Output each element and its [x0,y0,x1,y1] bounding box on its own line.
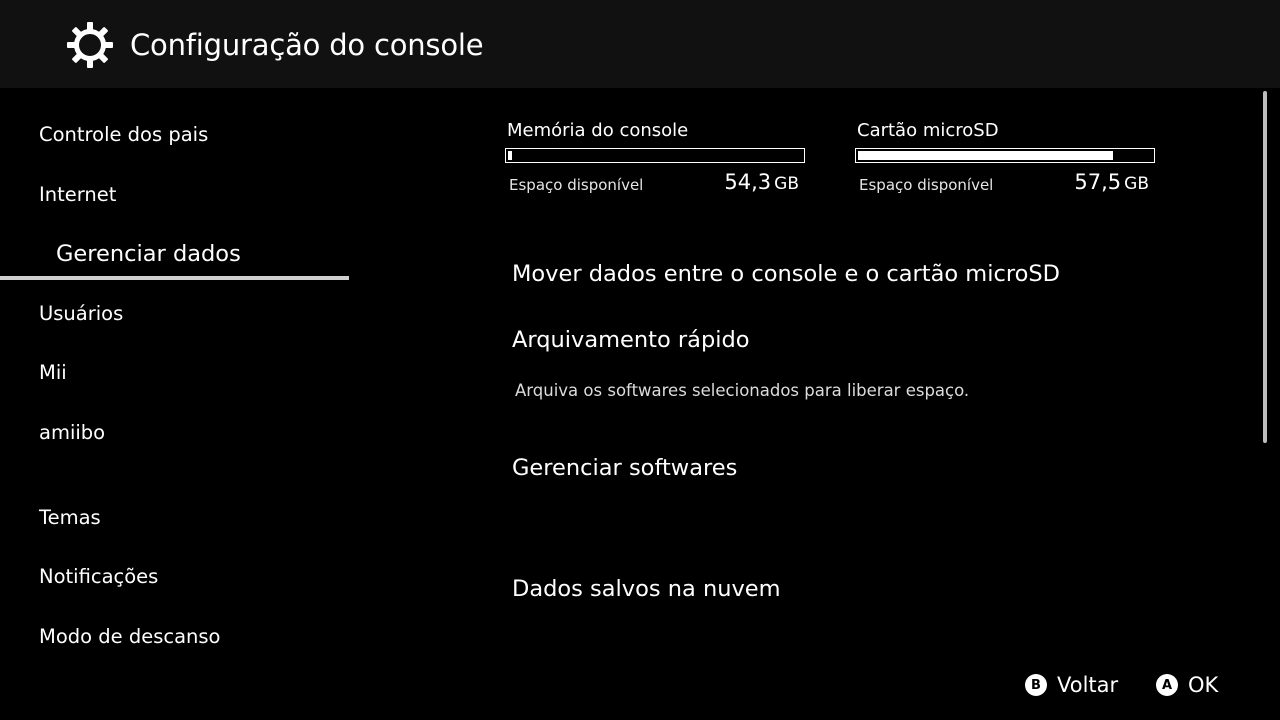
sidebar-item-internet[interactable]: Internet [39,182,116,208]
storage-microsd-unit: GB [1124,174,1149,194]
storage-console-available-number: 54,3 [724,170,772,194]
sidebar-item-users[interactable]: Usuários [39,301,123,327]
storage-microsd-bar-fill [858,151,1113,160]
sidebar-item-data-management[interactable]: Gerenciar dados [56,239,241,269]
storage-microsd-available-value: 57,5 GB [1074,169,1149,195]
storage-console-available-value: 54,3 GB [724,169,799,195]
storage-microsd-available-number: 57,5 [1074,170,1122,194]
storage-console-bar [505,148,805,163]
quick-archive-option[interactable]: Arquivamento rápido [512,325,750,355]
storage-console-bar-fill [508,151,512,160]
ok-button[interactable]: A OK [1156,670,1218,700]
ok-button-label: OK [1188,673,1219,697]
selected-item-underline [0,276,349,280]
back-button[interactable]: B Voltar [1025,670,1118,700]
back-button-label: Voltar [1057,673,1119,697]
sidebar-item-notifications[interactable]: Notificações [39,564,158,590]
page-title: Configuração do console [130,28,484,62]
sidebar-item-mii[interactable]: Mii [39,360,67,386]
sidebar-item-parental-controls[interactable]: Controle dos pais [39,122,208,148]
storage-microsd-available-label: Espaço disponível [859,176,994,194]
header: Configuração do console [0,0,1280,88]
quick-archive-description: Arquiva os softwares selecionados para l… [515,381,970,400]
cloud-save-option[interactable]: Dados salvos na nuvem [512,574,781,604]
move-data-option[interactable]: Mover dados entre o console e o cartão m… [512,259,1060,289]
b-button-icon: B [1025,674,1047,696]
scrollbar[interactable] [1263,91,1267,443]
gear-icon [67,22,113,68]
a-button-icon: A [1156,674,1178,696]
manage-software-option[interactable]: Gerenciar softwares [512,453,737,483]
sidebar-item-themes[interactable]: Temas [39,505,101,531]
storage-microsd-label: Cartão microSD [857,120,999,141]
sidebar: Controle dos pais Internet Gerenciar dad… [0,88,350,720]
sidebar-item-amiibo[interactable]: amiibo [39,420,105,446]
storage-console-available-label: Espaço disponível [509,176,644,194]
storage-console-label: Memória do console [507,120,689,141]
storage-microsd-bar [855,148,1155,163]
sidebar-item-sleep-mode[interactable]: Modo de descanso [39,624,221,650]
storage-console-unit: GB [774,174,799,194]
